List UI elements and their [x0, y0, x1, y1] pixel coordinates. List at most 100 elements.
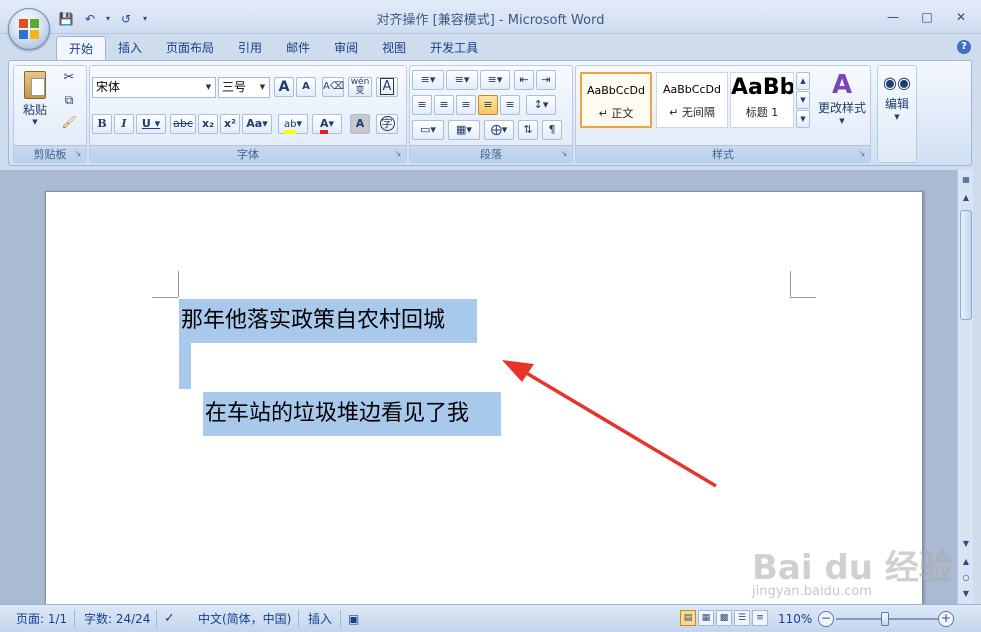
- tab-home[interactable]: 开始: [56, 36, 107, 60]
- phonetic-guide-button[interactable]: wén 变: [348, 77, 372, 97]
- tab-page-layout[interactable]: 页面布局: [154, 36, 226, 60]
- zoom-in-icon[interactable]: +: [938, 611, 954, 627]
- tab-review[interactable]: 审阅: [322, 36, 370, 60]
- format-painter-icon[interactable]: 🖌: [58, 112, 80, 132]
- font-color-button[interactable]: A▾: [312, 114, 342, 134]
- font-name-combo[interactable]: 宋体 ▼: [92, 77, 216, 98]
- sort-icon[interactable]: ⇅: [518, 120, 538, 140]
- numbering-button[interactable]: ≡▾: [446, 70, 478, 90]
- align-right-icon[interactable]: ≡: [456, 95, 476, 115]
- web-layout-icon[interactable]: ▩: [716, 610, 732, 626]
- strikethrough-button[interactable]: abc: [170, 114, 196, 134]
- browse-object-icon[interactable]: ○: [959, 570, 973, 586]
- styles-scroll-up-icon[interactable]: ▲: [796, 72, 810, 90]
- dialog-launcher-icon[interactable]: ↘: [73, 149, 83, 159]
- minimize-icon[interactable]: —: [883, 8, 903, 26]
- maximize-icon[interactable]: □: [917, 8, 937, 26]
- tab-developer[interactable]: 开发工具: [418, 36, 490, 60]
- scrollbar-thumb[interactable]: [960, 210, 972, 320]
- change-case-button[interactable]: Aa▾: [242, 114, 272, 134]
- full-screen-reading-icon[interactable]: ▦: [698, 610, 714, 626]
- grow-font-button[interactable]: A: [274, 77, 294, 97]
- bullets-button[interactable]: ≡▾: [412, 70, 444, 90]
- draft-view-icon[interactable]: ≡: [752, 610, 768, 626]
- cut-icon[interactable]: ✂: [58, 68, 80, 88]
- insert-mode[interactable]: 插入: [308, 610, 332, 628]
- outline-view-icon[interactable]: ☰: [734, 610, 750, 626]
- multilevel-list-button[interactable]: ≡▾: [480, 70, 510, 90]
- superscript-button[interactable]: x²: [220, 114, 240, 134]
- scroll-down-icon[interactable]: ▼: [959, 536, 973, 552]
- editing-button[interactable]: ◉◉ 编辑 ▼: [880, 68, 914, 142]
- tab-insert[interactable]: 插入: [106, 36, 154, 60]
- prev-page-icon[interactable]: ▲: [959, 554, 973, 570]
- print-layout-view-icon[interactable]: ▤: [680, 610, 696, 626]
- language-indicator[interactable]: 中文(简体，中国): [198, 610, 291, 628]
- style-heading-1[interactable]: AaBb 标题 1: [730, 72, 794, 128]
- text-line-2[interactable]: 在车站的垃圾堆边看见了我: [203, 392, 501, 436]
- underline-button[interactable]: U ▾: [136, 114, 166, 134]
- scroll-up-icon[interactable]: ▲: [959, 190, 973, 206]
- tab-mailings[interactable]: 邮件: [274, 36, 322, 60]
- char-border-button[interactable]: A: [376, 77, 398, 97]
- document-area: 那年他落实政策自农村回城 在车站的垃圾堆边看见了我: [0, 170, 958, 631]
- styles-scroll-down-icon[interactable]: ▼: [796, 91, 810, 109]
- chevron-down-icon: ▼: [32, 118, 38, 126]
- vertical-scrollbar[interactable]: ▦ ▲ ▼ ▲ ○ ▼: [957, 170, 973, 604]
- chinese-layout-button[interactable]: ⨁▾: [484, 120, 514, 140]
- word-count[interactable]: 字数: 24/24: [84, 610, 150, 628]
- chevron-down-icon: ▼: [894, 113, 900, 121]
- align-left-icon[interactable]: ≡: [412, 95, 432, 115]
- char-shading-button[interactable]: A: [350, 114, 370, 134]
- help-icon[interactable]: ?: [957, 40, 971, 54]
- editing-group: ◉◉ 编辑 ▼: [877, 65, 917, 163]
- change-styles-button[interactable]: A 更改样式 ▼: [814, 68, 870, 142]
- change-case-label: Aa: [246, 117, 263, 130]
- subscript-button[interactable]: x₂: [198, 114, 218, 134]
- ruler-toggle-icon[interactable]: ▦: [959, 172, 973, 188]
- dialog-launcher-icon[interactable]: ↘: [393, 149, 403, 159]
- clear-format-icon[interactable]: A⌫: [322, 77, 344, 97]
- increase-indent-icon[interactable]: ⇥: [536, 70, 556, 90]
- distributed-icon[interactable]: ≡: [500, 95, 520, 115]
- office-button[interactable]: [8, 8, 50, 50]
- bold-button[interactable]: B: [92, 114, 112, 134]
- styles-more-icon[interactable]: ▼: [796, 110, 810, 128]
- shrink-font-button[interactable]: A: [296, 77, 316, 97]
- show-marks-icon[interactable]: ¶: [542, 120, 562, 140]
- divider: [74, 610, 75, 628]
- dialog-launcher-icon[interactable]: ↘: [857, 149, 867, 159]
- copy-icon[interactable]: ⧉: [58, 90, 80, 110]
- styles-group-label: 样式: [576, 145, 870, 162]
- justify-icon[interactable]: ≡: [478, 95, 498, 115]
- style-no-spacing[interactable]: AaBbCcDd ↵ 无间隔: [656, 72, 728, 128]
- font-size-combo[interactable]: 三号 ▼: [218, 77, 270, 98]
- text-line-1[interactable]: 那年他落实政策自农村回城: [179, 299, 477, 343]
- tab-references[interactable]: 引用: [226, 36, 274, 60]
- next-page-icon[interactable]: ▼: [959, 586, 973, 602]
- zoom-slider-thumb[interactable]: [881, 612, 889, 626]
- tab-view[interactable]: 视图: [370, 36, 418, 60]
- crop-mark: [178, 271, 179, 297]
- zoom-level[interactable]: 110%: [778, 610, 812, 628]
- macro-record-icon[interactable]: ▣: [348, 610, 359, 628]
- italic-button[interactable]: I: [114, 114, 134, 134]
- align-center-icon[interactable]: ≡: [434, 95, 454, 115]
- zoom-out-icon[interactable]: −: [818, 611, 834, 627]
- chevron-down-icon[interactable]: ▼: [203, 79, 214, 96]
- office-logo-icon: [19, 19, 39, 39]
- chevron-down-icon[interactable]: ▼: [257, 79, 268, 96]
- paste-button[interactable]: 粘贴 ▼: [18, 68, 52, 142]
- borders-button[interactable]: ▦▾: [448, 120, 480, 140]
- close-icon[interactable]: ✕: [951, 8, 971, 26]
- shading-button[interactable]: ▭▾: [412, 120, 444, 140]
- decrease-indent-icon[interactable]: ⇤: [514, 70, 534, 90]
- proofing-icon[interactable]: ✓: [164, 610, 175, 628]
- style-normal[interactable]: AaBbCcDd ↵ 正文: [580, 72, 652, 128]
- highlight-button[interactable]: ab▾: [278, 114, 308, 134]
- page-count[interactable]: 页面: 1/1: [16, 610, 67, 628]
- line-spacing-button[interactable]: ↕▾: [526, 95, 556, 115]
- char-shading-label: A: [355, 117, 365, 130]
- enclose-char-button[interactable]: 字: [376, 114, 398, 134]
- dialog-launcher-icon[interactable]: ↘: [559, 149, 569, 159]
